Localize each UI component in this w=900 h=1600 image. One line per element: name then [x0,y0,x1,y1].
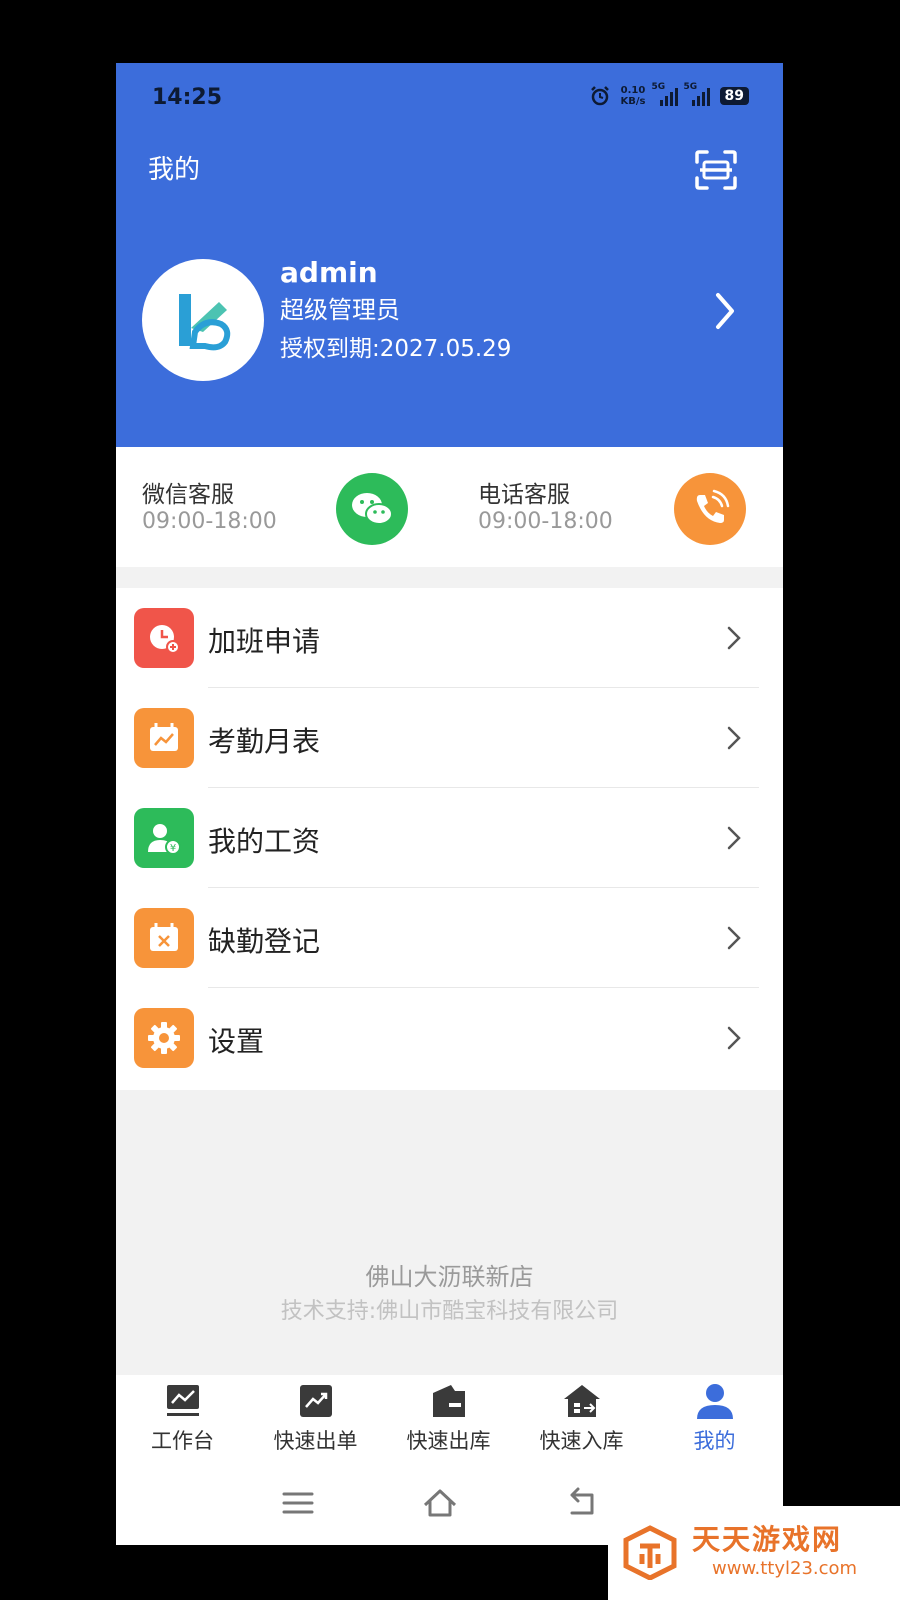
chevron-right-icon[interactable] [712,291,738,331]
scan-icon[interactable] [694,149,738,191]
calendar-x-icon [134,908,194,968]
wechat-icon [352,493,393,525]
calendar-chart-icon [134,708,194,768]
watermark-url: www.ttyl23.com [712,1558,858,1579]
home-icon[interactable] [420,1483,460,1523]
watermark-title: 天天游戏网 [692,1523,843,1556]
phone-service-label: 电话客服 [478,482,570,508]
phone-service-button[interactable] [674,473,746,545]
battery-indicator: 89 [719,87,749,105]
menu-item-label: 我的工资 [208,825,321,858]
signal-icon-2: 5G [684,82,710,106]
watermark: 天天游戏网 www.ttyl23.com [608,1506,900,1600]
tab-label: 工作台 [151,1429,214,1453]
phone-icon [696,489,730,523]
customer-service-panel: 微信客服 09:00-18:00 电话客服 09:00-18:00 [116,447,783,567]
page-title: 我的 [148,155,201,185]
tab-label: 我的 [693,1429,736,1453]
menu-icon[interactable] [278,1483,318,1523]
menu-item-settings[interactable]: 设置 [116,988,783,1088]
menu-item-overtime[interactable]: 加班申请 [116,588,783,688]
tab-label: 快速出单 [273,1429,358,1453]
tab-quick-order[interactable]: 快速出单 [249,1375,382,1465]
phone-service-hours: 09:00-18:00 [478,509,613,534]
quick-order-icon [300,1385,332,1417]
tab-workbench[interactable]: 工作台 [116,1375,249,1465]
wechat-service-label: 微信客服 [142,482,234,508]
menu-item-label: 设置 [208,1025,265,1058]
back-icon[interactable] [562,1483,602,1523]
quick-inbound-icon [564,1385,600,1417]
overtime-clock-icon [134,608,194,668]
watermark-logo-icon [623,1525,677,1580]
tech-support: 技术支持:佛山市酷宝科技有限公司 [280,1299,619,1324]
status-icons: 0.10 KB/s 5G 5G 89 [589,82,749,107]
user-name: admin [280,256,378,289]
menu-item-salary[interactable]: ¥ 我的工资 [116,788,783,888]
wechat-service-hours: 09:00-18:00 [142,509,277,534]
user-icon [697,1384,733,1419]
alarm-icon [590,86,609,106]
menu-list: 加班申请 考勤月表 ¥ 我的工资 缺勤登记 设置 [116,588,783,1090]
tab-quick-inbound[interactable]: 快速入库 [515,1375,648,1465]
menu-item-label: 加班申请 [208,625,321,658]
chevron-right-icon [727,926,741,950]
tab-quick-outbound[interactable]: 快速出库 [382,1375,515,1465]
status-time: 14:25 [152,85,223,110]
company-logo-icon [179,294,231,351]
menu-item-label: 考勤月表 [208,725,321,758]
workbench-icon [167,1385,199,1416]
menu-item-attendance[interactable]: 考勤月表 [116,688,783,788]
tab-mine[interactable]: 我的 [648,1375,781,1465]
svg-text:¥: ¥ [170,843,176,854]
menu-item-absence[interactable]: 缺勤登记 [116,888,783,988]
bottom-tab-bar: 工作台 快速出单 快速出库 快速入库 我的 [116,1375,783,1465]
app-screen: 14:25 0.10 KB/s 5G 5G 89 我的 admin 超级管理员 … [116,63,783,1545]
net-speed: 0.10 KB/s [620,85,646,107]
menu-item-label: 缺勤登记 [208,925,321,958]
chevron-right-icon [727,826,741,850]
chevron-right-icon [727,726,741,750]
avatar[interactable] [142,259,264,381]
tab-label: 快速出库 [406,1429,491,1453]
signal-icon: 5G [652,82,678,106]
chevron-right-icon [727,1026,741,1050]
user-role: 超级管理员 [280,296,400,324]
quick-outbound-icon [433,1385,465,1417]
profile-header: 14:25 0.10 KB/s 5G 5G 89 我的 admin 超级管理员 … [116,63,783,447]
license-expiry: 授权到期:2027.05.29 [280,336,512,362]
chevron-right-icon [727,626,741,650]
salary-user-icon: ¥ [134,808,194,868]
store-name: 佛山大沥联新店 [365,1263,534,1291]
gear-icon [134,1008,194,1068]
tab-label: 快速入库 [539,1429,624,1453]
wechat-service-button[interactable] [336,473,408,545]
